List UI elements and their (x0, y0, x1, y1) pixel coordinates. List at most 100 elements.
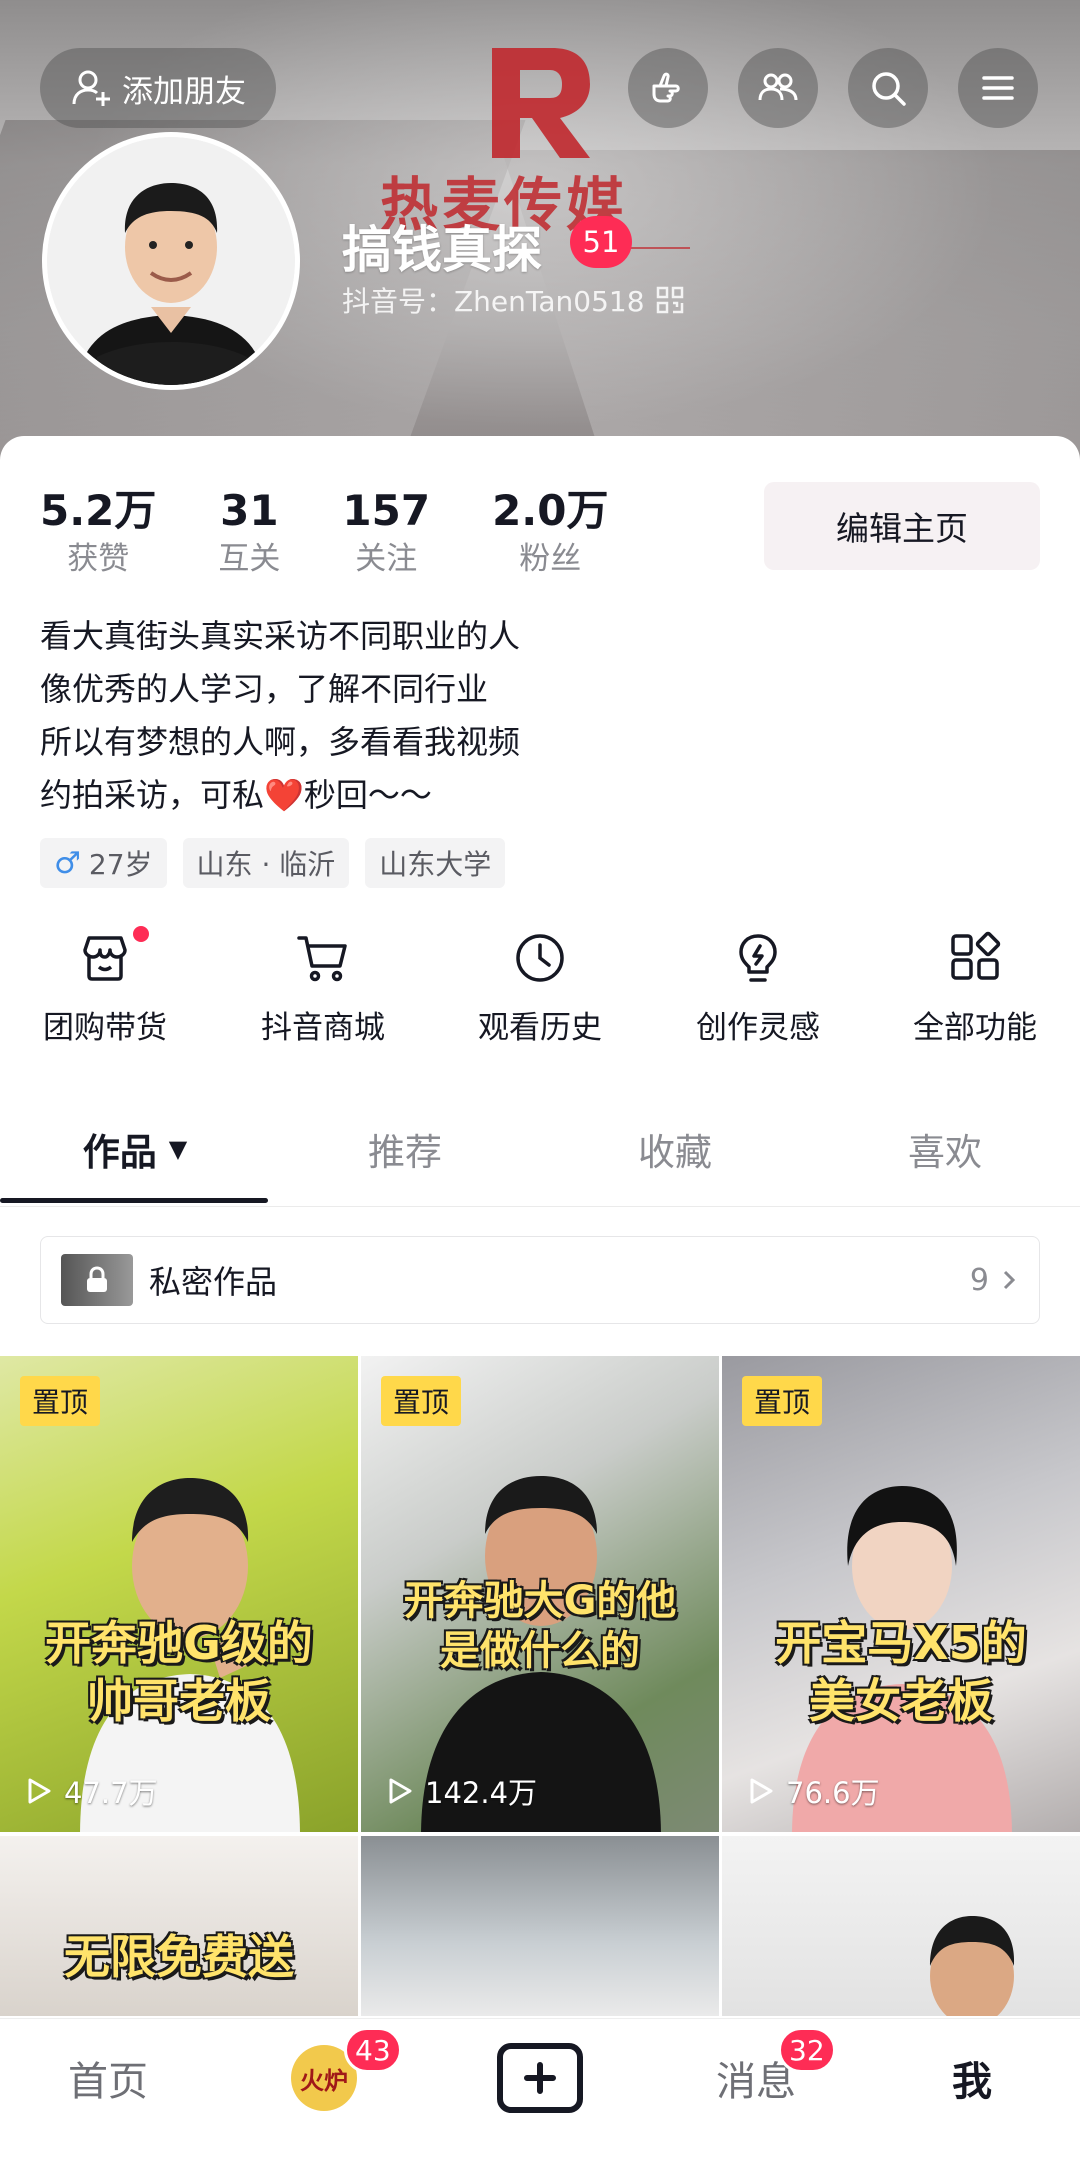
chevron-right-icon (1003, 1270, 1016, 1290)
stat-followers-value: 2.0万 (492, 486, 609, 535)
level-badge: 51 (570, 216, 632, 268)
video-person (930, 1916, 1015, 2016)
add-user-icon (72, 70, 110, 106)
heart-emoji: ❤️ (264, 776, 304, 814)
hand-pointer-icon (652, 72, 680, 103)
bulb-icon (739, 934, 777, 982)
feature-label: 团购带货 (43, 1010, 167, 1046)
video-thumbnail[interactable]: 置顶 开宝马X5的 美女老板 76.6万 (722, 1356, 1080, 1832)
stats-row: 5.2万 获赞 31 互关 157 关注 2.0万 粉丝 (40, 486, 670, 580)
avatar-image (47, 137, 295, 385)
bottom-nav: 首页 火炉 43 消息 32 我 (0, 2018, 1080, 2157)
play-icon (28, 1778, 51, 1804)
stat-followers[interactable]: 2.0万 粉丝 (492, 486, 608, 580)
lock-icon (87, 1266, 107, 1292)
nav-messages[interactable]: 消息 32 (648, 2019, 864, 2137)
play-count-value: 76.6万 (786, 1776, 880, 1810)
video-caption: 开奔驰G级的 帅哥老板 (0, 1614, 358, 1730)
menu-icon (982, 76, 1014, 100)
feature-label: 全部功能 (913, 1010, 1037, 1046)
nav-create[interactable] (432, 2019, 648, 2137)
tab-label: 作品 (82, 1131, 157, 1174)
play-count: 76.6万 (744, 1770, 880, 1812)
tab-recommend[interactable]: 推荐 (270, 1094, 540, 1204)
tab-favorites[interactable]: 收藏 (540, 1094, 810, 1204)
play-count-value: 47.7万 (64, 1776, 158, 1810)
feature-all[interactable]: 全部功能 (880, 930, 1070, 1047)
video-caption-line: 开奔驰大G的他 (403, 1578, 677, 1624)
profile-nickname: 搞钱真探 (342, 221, 542, 279)
douyin-id[interactable]: 抖音号：ZhenTan0518 (342, 280, 685, 320)
clock-icon (516, 934, 564, 982)
stat-following-value: 157 (342, 486, 431, 535)
feature-mall[interactable]: 抖音商城 (228, 930, 418, 1047)
stat-mutual-label: 互关 (218, 541, 281, 577)
friends-icon (758, 73, 798, 101)
qr-code-icon (656, 286, 683, 314)
play-count: 142.4万 (383, 1770, 537, 1812)
play-icon (750, 1778, 773, 1804)
private-works-row[interactable]: 私密作品 9 (40, 1236, 1040, 1324)
group-buy-icon (83, 936, 127, 981)
stat-likes[interactable]: 5.2万 获赞 (40, 486, 156, 580)
pinned-badge: 置顶 (381, 1376, 462, 1426)
video-thumbnail[interactable]: 置顶 开奔驰大G的他 是做什么的 142.4万 (361, 1356, 719, 1832)
stat-following-label: 关注 (355, 541, 418, 577)
video-thumbnail[interactable]: 无限免费送 (0, 1836, 358, 2016)
video-caption-line: 帅哥老板 (87, 1674, 271, 1728)
bio-line-text: 秒回～～ (303, 776, 432, 814)
video-bg (361, 1836, 719, 2016)
nav-me[interactable]: 我 (864, 2019, 1080, 2137)
edit-profile-button[interactable]: 编辑主页 (764, 482, 1040, 570)
bio-line: 看大真街头真实采访不同职业的人 (40, 617, 521, 655)
hand-pointer-button[interactable] (628, 48, 708, 128)
tab-active-indicator (0, 1198, 268, 1203)
add-friend-button[interactable]: 添加朋友 (40, 48, 276, 128)
tab-works[interactable]: 作品 ▼ (0, 1094, 270, 1204)
private-works-label: 私密作品 (149, 1263, 278, 1301)
profile-card: 5.2万 获赞 31 互关 157 关注 2.0万 粉丝 编辑主页 看大真街头真… (0, 436, 1080, 2156)
play-icon (389, 1778, 412, 1804)
content-tabs: 作品 ▼ 推荐 收藏 喜欢 (0, 1094, 1080, 1207)
stat-following[interactable]: 157 关注 (342, 486, 430, 580)
video-caption-line: 开宝马X5的 (775, 1616, 1027, 1670)
video-thumbnail[interactable] (361, 1836, 719, 2016)
nav-friends[interactable]: 火炉 43 (216, 2019, 432, 2137)
video-thumbnail[interactable] (722, 1836, 1080, 2016)
play-count: 47.7万 (22, 1770, 158, 1812)
video-bg (0, 1836, 358, 2016)
male-icon: ♂ (54, 845, 81, 881)
avatar-person-illustration (47, 137, 295, 385)
feature-group-buy[interactable]: 团购带货 (10, 926, 200, 1047)
profile-bio: 看大真街头真实采访不同职业的人 像优秀的人学习，了解不同行业 所以有梦想的人啊，… (40, 610, 740, 822)
video-thumbnail[interactable]: 置顶 开奔驰G级的 帅哥老板 47.7万 (0, 1356, 358, 1832)
video-caption: 开奔驰大G的他 是做什么的 (361, 1576, 719, 1676)
feature-history[interactable]: 观看历史 (445, 930, 635, 1047)
profile-avatar[interactable] (42, 132, 300, 390)
messages-badge: 32 (778, 2027, 836, 2073)
video-caption-line: 是做什么的 (440, 1628, 640, 1674)
create-button (497, 2043, 583, 2113)
search-button[interactable] (848, 48, 928, 128)
tag-school[interactable]: 山东大学 (365, 838, 506, 888)
stat-mutual-value: 31 (220, 486, 279, 535)
bio-line: 约拍采访，可私❤️秒回～～ (40, 769, 740, 822)
feature-label: 创作灵感 (696, 1010, 820, 1046)
feature-label: 观看历史 (478, 1010, 602, 1046)
friends-button[interactable] (738, 48, 818, 128)
private-count-value: 9 (969, 1262, 989, 1298)
menu-button[interactable] (958, 48, 1038, 128)
private-works-count: 9 (970, 1263, 1017, 1298)
nav-home[interactable]: 首页 (0, 2019, 216, 2137)
search-icon (872, 72, 906, 106)
pinned-badge: 置顶 (20, 1376, 101, 1426)
bio-line: 所以有梦想的人啊，多看看我视频 (40, 723, 521, 761)
feature-inspiration[interactable]: 创作灵感 (663, 930, 853, 1047)
stat-mutual[interactable]: 31 互关 (218, 486, 280, 580)
video-caption: 开宝马X5的 美女老板 (722, 1614, 1080, 1730)
bio-line-text: 约拍采访，可私 (40, 776, 265, 814)
caret-down-icon: ▼ (168, 1135, 188, 1163)
stat-followers-label: 粉丝 (519, 541, 582, 577)
profile-tags: ♂ 27岁 山东 · 临沂 山东大学 (40, 838, 506, 888)
tab-likes[interactable]: 喜欢 (810, 1094, 1080, 1204)
